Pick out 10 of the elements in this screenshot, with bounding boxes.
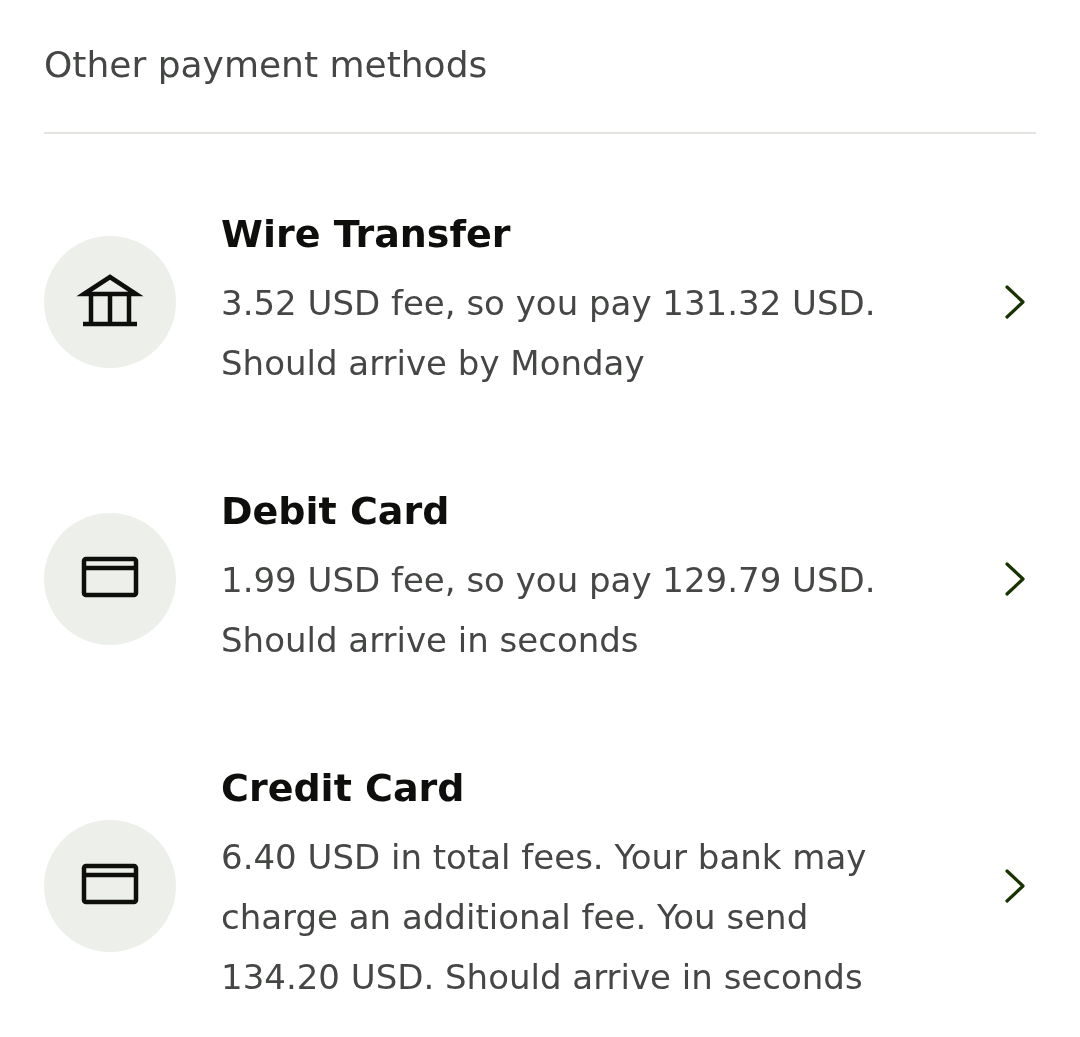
chevron-right-icon[interactable]: [1004, 283, 1026, 320]
method-title: Debit Card: [221, 488, 451, 535]
method-description: 6.40 USD in total fees. Your bank may charge an additional fee. You send 134.20 USD. Should arrive in seconds: [221, 836, 868, 999]
method-title: Credit Card: [221, 765, 466, 812]
method-description: 3.52 USD fee, so you pay 131.32 USD. Should arrive by Monday: [221, 282, 877, 385]
method-title: Wire Transfer: [221, 211, 512, 258]
method-description: 1.99 USD fee, so you pay 129.79 USD. Should arrive in seconds: [221, 559, 877, 662]
chevron-right-icon[interactable]: [1004, 560, 1026, 597]
section-heading: Other payment methods: [44, 43, 489, 87]
chevron-right-icon[interactable]: [1004, 867, 1026, 904]
